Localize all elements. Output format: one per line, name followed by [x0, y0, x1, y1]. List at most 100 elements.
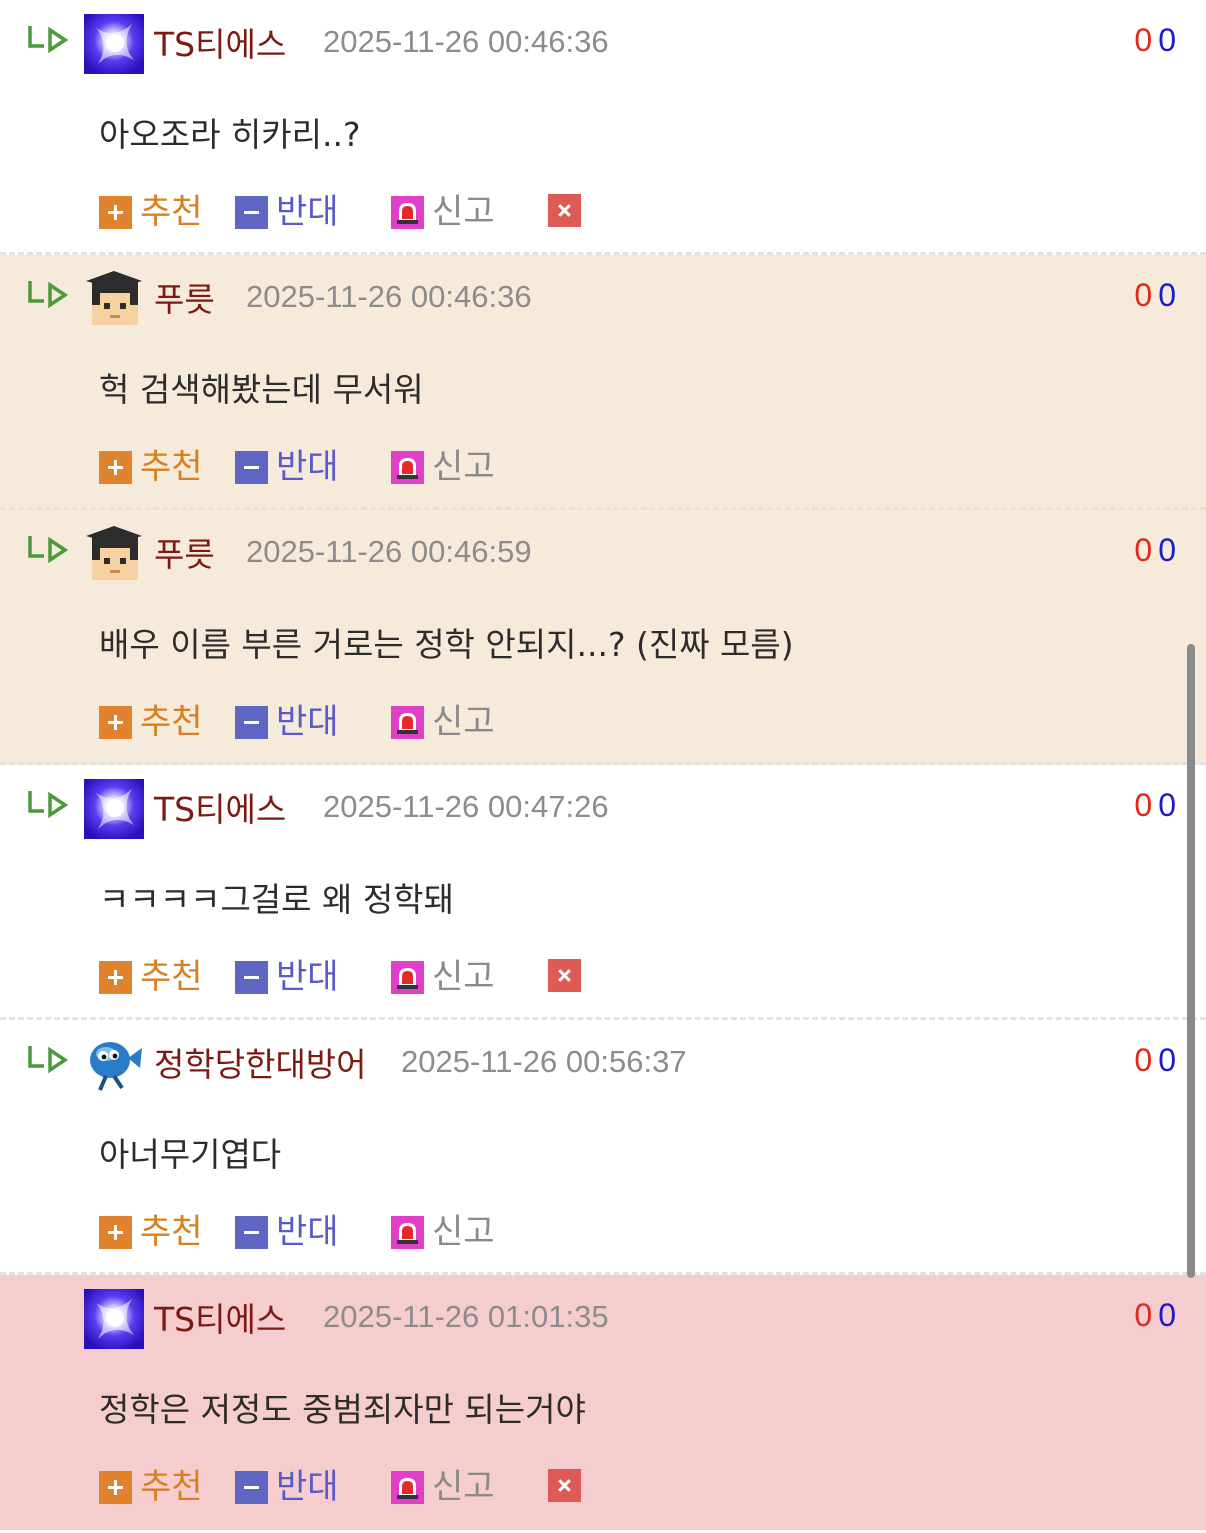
sparkle-avatar[interactable]: [84, 1289, 144, 1349]
downvote-count: 0: [1158, 532, 1176, 568]
oppose-label: 반대: [276, 191, 339, 232]
comment-author[interactable]: 푸릇: [154, 273, 215, 321]
minus-icon: [235, 960, 268, 994]
comment-date: 2025-11-26 00:47:26: [323, 789, 609, 824]
comment-text: ㅋㅋㅋㅋ그걸로 왜 정학돼: [99, 880, 454, 919]
minus-icon: [235, 195, 268, 229]
comment-text: 아오조라 히카리..?: [99, 115, 361, 154]
plus-icon: [99, 705, 132, 739]
recommend-label: 추천: [140, 701, 203, 742]
downvote-count: 0: [1158, 277, 1176, 313]
oppose-label: 반대: [276, 446, 339, 487]
graduate-avatar[interactable]: [84, 524, 144, 584]
report-button[interactable]: 신고: [391, 696, 495, 742]
report-label: 신고: [432, 191, 495, 232]
comment-author[interactable]: TS티에스: [154, 1293, 286, 1341]
oppose-button[interactable]: 반대: [235, 1206, 339, 1252]
delete-x-icon[interactable]: [548, 1469, 581, 1502]
comment-item: TS티에스 2025-11-26 01:01:35 00 정학은 저정도 중범죄자…: [0, 1275, 1206, 1530]
report-label: 신고: [432, 1466, 495, 1507]
upvote-count: 0: [1134, 277, 1153, 313]
plus-icon: [99, 960, 132, 994]
graduate-avatar[interactable]: [84, 269, 144, 329]
comment-text: 정학은 저정도 중범죄자만 되는거야: [99, 1390, 586, 1429]
recommend-button[interactable]: 추천: [99, 1461, 203, 1507]
sparkle-avatar[interactable]: [84, 779, 144, 839]
comment-date: 2025-11-26 00:46:36: [246, 279, 532, 314]
plus-icon: [99, 1215, 132, 1249]
oppose-button[interactable]: 반대: [235, 696, 339, 742]
report-button[interactable]: 신고: [391, 186, 495, 232]
reply-arrow-icon: [26, 789, 68, 823]
siren-icon: [391, 195, 424, 229]
vote-scores: 00: [1134, 1297, 1176, 1334]
oppose-button[interactable]: 반대: [235, 186, 339, 232]
recommend-label: 추천: [140, 191, 203, 232]
siren-icon: [391, 705, 424, 739]
comment-author[interactable]: 정학당한대방어: [154, 1038, 367, 1086]
delete-x-icon[interactable]: [548, 194, 581, 227]
comment-item: TS티에스 2025-11-26 00:47:26 00 ㅋㅋㅋㅋ그걸로 왜 정학…: [0, 765, 1206, 1020]
scrollbar[interactable]: [1187, 644, 1195, 1278]
recommend-label: 추천: [140, 1211, 203, 1252]
report-button[interactable]: 신고: [391, 441, 495, 487]
upvote-count: 0: [1134, 787, 1153, 823]
plus-icon: [99, 195, 132, 229]
comment-text: 헉 검색해봤는데 무서워: [99, 370, 424, 409]
delete-x-icon[interactable]: [548, 959, 581, 992]
oppose-label: 반대: [276, 701, 339, 742]
minus-icon: [235, 1470, 268, 1504]
report-label: 신고: [432, 701, 495, 742]
report-label: 신고: [432, 956, 495, 997]
comment-date: 2025-11-26 00:56:37: [401, 1044, 687, 1079]
plus-icon: [99, 1470, 132, 1504]
sparkle-avatar[interactable]: [84, 14, 144, 74]
comment-author[interactable]: TS티에스: [154, 783, 286, 831]
report-button[interactable]: 신고: [391, 951, 495, 997]
minus-icon: [235, 450, 268, 484]
comment-author[interactable]: 푸릇: [154, 528, 215, 576]
comment-item: TS티에스 2025-11-26 00:46:36 00 아오조라 히카리..? …: [0, 0, 1206, 255]
comment-item: 정학당한대방어 2025-11-26 00:56:37 00 아너무기엽다 추천 …: [0, 1020, 1206, 1275]
comment-actions: 추천 반대 신고: [99, 1206, 699, 1252]
comment-date: 2025-11-26 00:46:59: [246, 534, 532, 569]
upvote-count: 0: [1134, 1297, 1153, 1333]
comment-text: 아너무기엽다: [99, 1135, 282, 1174]
fish-avatar[interactable]: [84, 1034, 144, 1094]
comment-item: 푸릇 2025-11-26 00:46:36 00 헉 검색해봤는데 무서워 추천…: [0, 255, 1206, 510]
downvote-count: 0: [1158, 1042, 1176, 1078]
comment-actions: 추천 반대 신고: [99, 1461, 699, 1507]
oppose-button[interactable]: 반대: [235, 1461, 339, 1507]
recommend-button[interactable]: 추천: [99, 186, 203, 232]
recommend-button[interactable]: 추천: [99, 696, 203, 742]
recommend-label: 추천: [140, 446, 203, 487]
oppose-button[interactable]: 반대: [235, 951, 339, 997]
downvote-count: 0: [1158, 787, 1176, 823]
report-button[interactable]: 신고: [391, 1461, 495, 1507]
comment-actions: 추천 반대 신고: [99, 951, 699, 997]
oppose-button[interactable]: 반대: [235, 441, 339, 487]
comment-list: TS티에스 2025-11-26 00:46:36 00 아오조라 히카리..? …: [0, 0, 1206, 1530]
comment-actions: 추천 반대 신고: [99, 696, 699, 742]
recommend-button[interactable]: 추천: [99, 441, 203, 487]
report-button[interactable]: 신고: [391, 1206, 495, 1252]
siren-icon: [391, 1215, 424, 1249]
downvote-count: 0: [1158, 22, 1176, 58]
recommend-button[interactable]: 추천: [99, 951, 203, 997]
comment-author[interactable]: TS티에스: [154, 18, 286, 66]
minus-icon: [235, 705, 268, 739]
vote-scores: 00: [1134, 277, 1176, 314]
vote-scores: 00: [1134, 532, 1176, 569]
upvote-count: 0: [1134, 1042, 1153, 1078]
vote-scores: 00: [1134, 22, 1176, 59]
comment-item: 푸릇 2025-11-26 00:46:59 00 배우 이름 부른 거로는 정학…: [0, 510, 1206, 765]
oppose-label: 반대: [276, 956, 339, 997]
upvote-count: 0: [1134, 22, 1153, 58]
comment-text: 배우 이름 부른 거로는 정학 안되지...? (진짜 모름): [99, 625, 794, 664]
reply-arrow-icon: [26, 534, 68, 568]
recommend-button[interactable]: 추천: [99, 1206, 203, 1252]
siren-icon: [391, 1470, 424, 1504]
downvote-count: 0: [1158, 1297, 1176, 1333]
report-label: 신고: [432, 1211, 495, 1252]
comment-date: 2025-11-26 00:46:36: [323, 24, 609, 59]
